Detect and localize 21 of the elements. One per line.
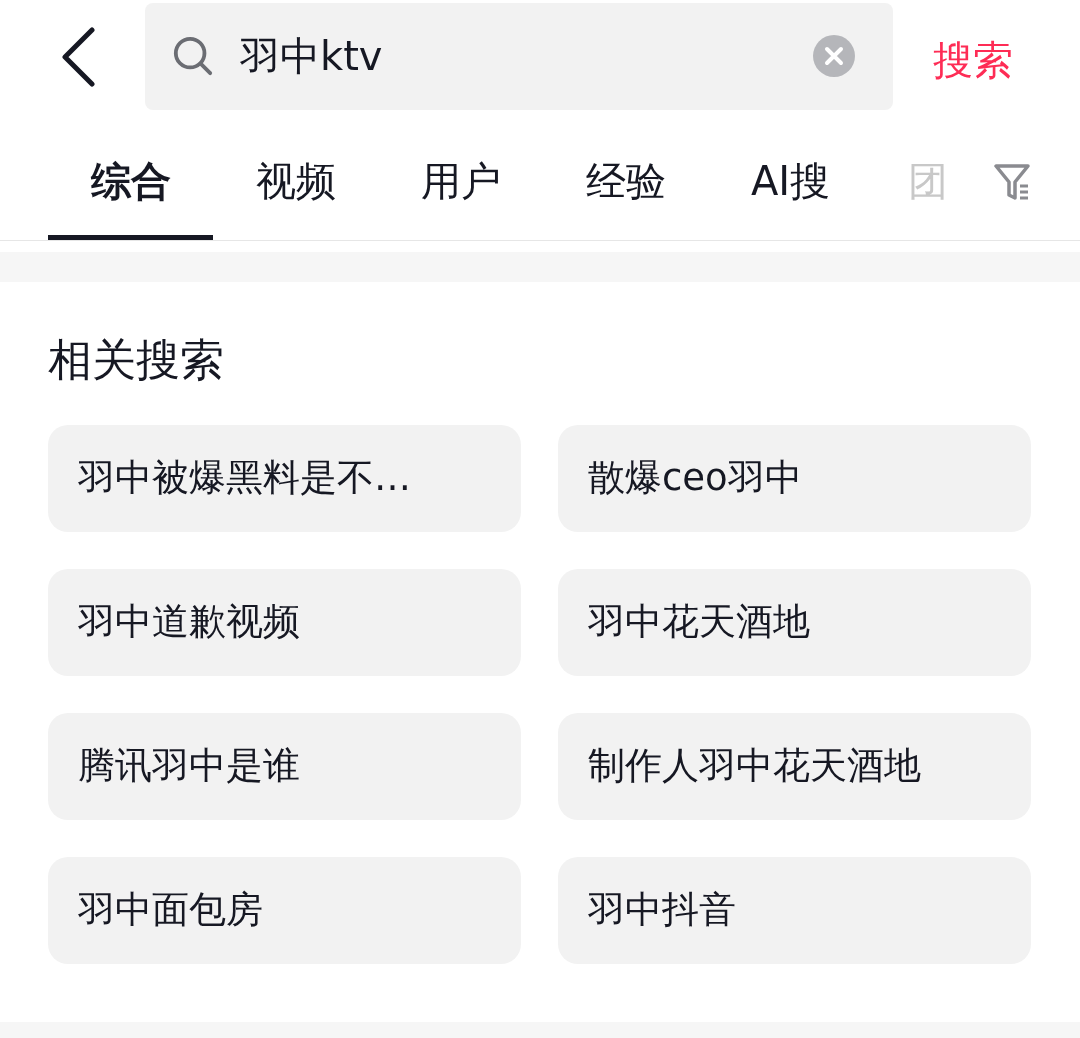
search-query: 羽中ktv: [240, 31, 384, 81]
suggestion-chip[interactable]: 羽中花天酒地: [558, 568, 1031, 676]
section-title: 相关搜索: [48, 334, 225, 387]
filter-icon[interactable]: [993, 162, 1033, 202]
tab[interactable]: 用户: [378, 157, 543, 240]
suggestion-chip[interactable]: 腾讯羽中是谁: [48, 712, 521, 820]
suggestion-chip[interactable]: 羽中抖音: [558, 856, 1031, 964]
suggestion-chip[interactable]: 羽中面包房: [48, 856, 521, 964]
suggestion-chip[interactable]: 制作人羽中花天酒地: [558, 712, 1031, 820]
tab[interactable]: 综合: [48, 157, 213, 240]
back-icon[interactable]: [60, 27, 96, 87]
search-field[interactable]: 羽中ktv: [145, 2, 893, 110]
tab[interactable]: 视频: [213, 157, 378, 240]
clear-icon[interactable]: [813, 35, 855, 77]
tab[interactable]: AI搜: [708, 157, 873, 240]
search-button[interactable]: 搜索: [933, 32, 1013, 88]
suggestion-chip[interactable]: 羽中被爆黑料是不…: [48, 424, 521, 532]
suggestion-chip[interactable]: 羽中道歉视频: [48, 568, 521, 676]
suggestion-chip[interactable]: 散爆ceo羽中: [558, 424, 1031, 532]
search-icon: [172, 35, 214, 77]
tab[interactable]: 经验: [543, 157, 708, 240]
